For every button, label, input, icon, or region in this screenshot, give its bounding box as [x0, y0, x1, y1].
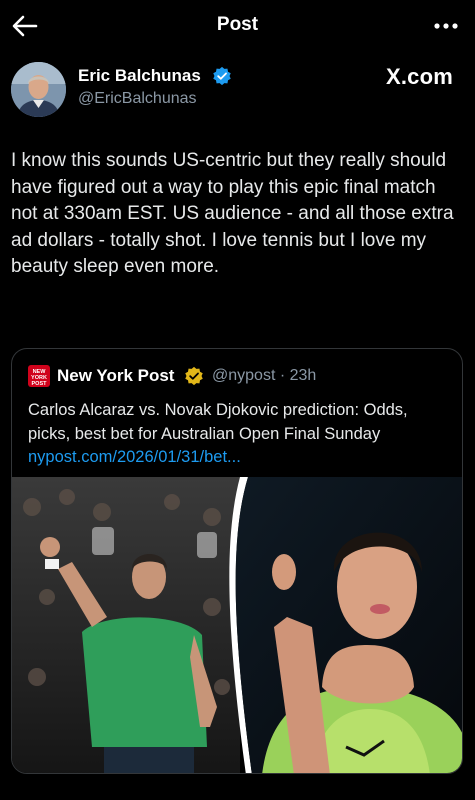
quote-handle-time: @nypost · 23h — [212, 367, 317, 384]
nypost-logo: NEW YORK POST — [28, 365, 50, 387]
article-photo-collage[interactable] — [12, 477, 463, 774]
author-name[interactable]: Eric Balchunas — [78, 66, 201, 86]
author-handle[interactable]: @EricBalchunas — [78, 90, 197, 108]
article-link[interactable]: nypost.com/2026/01/31/bet... — [28, 448, 241, 466]
quote-body: Carlos Alcaraz vs. Novak Djokovic predic… — [28, 401, 408, 443]
tweet-text: I know this sounds US-centric but they r… — [11, 150, 454, 277]
quoted-post-card[interactable]: NEW YORK POST New York Post @nypost · 23h … — [11, 348, 463, 774]
avatar[interactable] — [11, 62, 66, 117]
source-label: X.com — [385, 64, 453, 89]
quote-text: Carlos Alcaraz vs. Novak Djokovic predic… — [28, 399, 453, 470]
quote-author-name: New York Post — [57, 366, 175, 385]
ellipsis-icon — [434, 23, 458, 29]
verified-business-badge-icon — [185, 366, 203, 386]
verified-badge-icon — [213, 66, 231, 86]
top-bar: Post — [0, 0, 475, 52]
more-options-button[interactable] — [431, 12, 461, 40]
person-photo-icon — [11, 62, 66, 117]
page-title: Post — [216, 14, 259, 35]
